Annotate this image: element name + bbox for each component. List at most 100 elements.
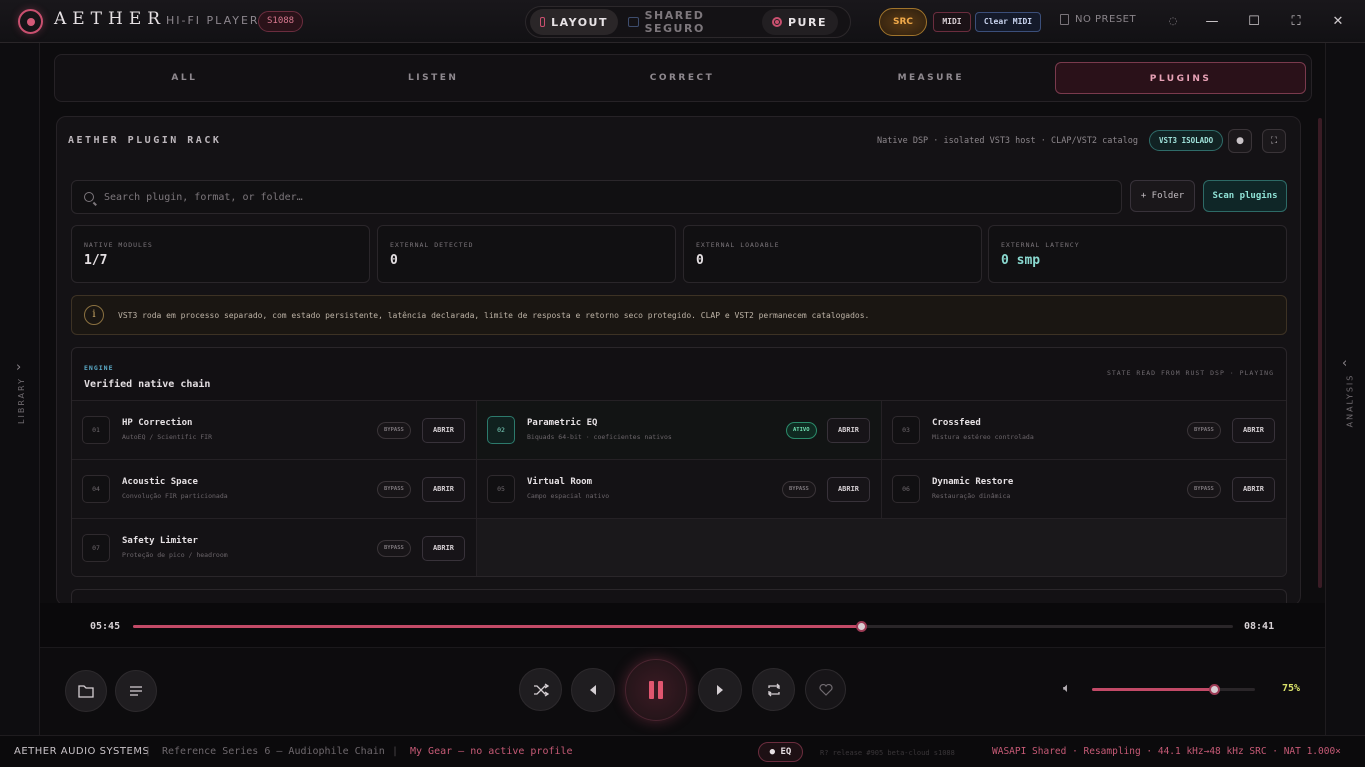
seek-bar: 05:45 08:41 (40, 603, 1325, 647)
search-icon (84, 192, 94, 202)
tab-plugins[interactable]: PLUGINS (1055, 62, 1306, 94)
search-input[interactable] (104, 191, 1004, 203)
clear-midi-button[interactable]: Clear MIDI (975, 12, 1041, 32)
volume-handle[interactable] (1209, 684, 1221, 695)
status-series: Reference Series 6 — Audiophile Chain (162, 746, 385, 757)
tab-all[interactable]: ALL (60, 62, 309, 94)
play-pause-button[interactable] (625, 659, 687, 721)
native-chain: ENGINE Verified native chain STATE READ … (71, 347, 1287, 577)
panel-scrollbar[interactable] (1318, 112, 1322, 602)
heart-icon (818, 683, 833, 696)
module-number: 05 (487, 475, 515, 503)
eq-toggle[interactable]: ● EQ (758, 742, 803, 762)
queue-button[interactable] (115, 670, 157, 712)
volume-fill (1092, 688, 1215, 691)
total-time: 08:41 (1244, 621, 1275, 632)
scan-plugins-button[interactable]: Scan plugins (1203, 180, 1287, 212)
preset-label: NO PRESET (1075, 14, 1137, 25)
stat-native-modules: NATIVE MODULES 1/7 (71, 225, 370, 283)
open-folder-button[interactable] (65, 670, 107, 712)
previous-button[interactable] (571, 668, 615, 712)
shuffle-icon (533, 682, 549, 697)
add-folder-button[interactable]: + Folder (1130, 180, 1195, 212)
sync-icon[interactable]: ◌ (1163, 12, 1183, 32)
module-card: 06 Dynamic Restore Restauração dinâmica … (882, 459, 1286, 518)
open-module-button[interactable]: ABRIR (422, 536, 465, 561)
module-card: 07 Safety Limiter Proteção de pico / hea… (72, 518, 477, 576)
tab-correct[interactable]: CORRECT (558, 62, 807, 94)
open-module-button[interactable]: ABRIR (827, 477, 870, 502)
module-name: HP Correction (122, 418, 193, 428)
bypass-toggle[interactable]: BYPASS (1187, 422, 1221, 439)
stat-value: 0 smp (1001, 253, 1041, 268)
open-module-button[interactable]: ABRIR (422, 477, 465, 502)
open-module-button[interactable]: ABRIR (1232, 418, 1275, 443)
volume-percent: 75% (1282, 683, 1301, 694)
midi-button[interactable]: MIDI (933, 12, 971, 32)
status-gear-profile[interactable]: My Gear — no active profile (410, 746, 573, 757)
maximize-button[interactable]: ☐ (1244, 12, 1264, 32)
info-icon: i (84, 305, 104, 325)
stat-label: EXTERNAL LATENCY (1001, 241, 1080, 249)
mode-switch: LAYOUT SHARED SEGURO PURE (525, 6, 851, 38)
mode-pure-button[interactable]: PURE (762, 9, 838, 35)
bypass-toggle[interactable]: BYPASS (377, 540, 411, 557)
stat-label: EXTERNAL DETECTED (390, 241, 474, 249)
module-desc: Restauração dinâmica (932, 492, 1011, 500)
previous-icon (590, 685, 596, 695)
brand-name: AETHER (54, 9, 167, 29)
plugin-rack-panel: AETHER PLUGIN RACK Native DSP · isolated… (56, 116, 1301, 606)
status-release: R? release #905 beta-cloud s1088 (820, 749, 955, 757)
open-module-button[interactable]: ABRIR (827, 418, 870, 443)
shuffle-button[interactable] (519, 668, 562, 711)
chain-title: Verified native chain (84, 379, 211, 390)
mode-shared-button[interactable]: SHARED SEGURO (618, 9, 762, 35)
bypass-toggle[interactable]: BYPASS (377, 481, 411, 498)
status-audio-path: WASAPI Shared · Resampling · 44.1 kHz→48… (992, 746, 1341, 757)
mode-shared-label: SHARED SEGURO (644, 9, 705, 35)
active-toggle[interactable]: ATIVO (786, 422, 817, 439)
src-button[interactable]: SRC (879, 8, 927, 36)
chevron-right-icon[interactable]: › (16, 360, 21, 375)
preset-icon (1060, 14, 1069, 25)
library-rail[interactable]: › LIBRARY (0, 43, 40, 735)
progress-fill (133, 625, 862, 628)
stat-label: EXTERNAL LOADABLE (696, 241, 780, 249)
expand-icon[interactable]: ⛶ (1262, 129, 1286, 153)
progress-handle[interactable] (856, 621, 868, 632)
next-button[interactable] (698, 668, 742, 712)
version-badge: S1088 (258, 11, 304, 32)
favorite-button[interactable] (805, 669, 846, 710)
chevron-left-icon[interactable]: ‹ (1342, 356, 1347, 371)
stat-value: 0 (390, 253, 398, 268)
module-grid: 01 HP Correction AutoEQ / Scientific FIR… (72, 400, 1286, 576)
preset-selector[interactable]: NO PRESET (1060, 14, 1136, 25)
vst3-isolated-badge: VST3 ISOLADO (1149, 130, 1224, 151)
stat-value: 0 (696, 253, 704, 268)
volume-icon[interactable]: 🔈︎ (1063, 681, 1071, 696)
progress-track[interactable] (133, 621, 1233, 632)
fullscreen-button[interactable]: ⛶ (1286, 12, 1306, 32)
module-card: 03 Crossfeed Mistura estéreo controlada … (882, 400, 1286, 459)
open-module-button[interactable]: ABRIR (1232, 477, 1275, 502)
analysis-rail[interactable]: ‹ ANALYSIS (1325, 43, 1365, 735)
bypass-toggle[interactable]: BYPASS (1187, 481, 1221, 498)
module-desc: AutoEQ / Scientific FIR (122, 433, 213, 441)
module-number: 04 (82, 475, 110, 503)
mode-layout-button[interactable]: LAYOUT (530, 9, 618, 35)
list-icon (130, 686, 142, 696)
next-icon (717, 685, 723, 695)
tab-listen[interactable]: LISTEN (309, 62, 558, 94)
volume-slider[interactable] (1092, 684, 1255, 695)
bypass-toggle[interactable]: BYPASS (782, 481, 816, 498)
record-icon[interactable]: ● (1228, 129, 1252, 153)
brand-subtitle: HI-FI PLAYER (166, 14, 260, 27)
bypass-toggle[interactable]: BYPASS (377, 422, 411, 439)
minimize-button[interactable]: — (1202, 12, 1222, 32)
repeat-button[interactable] (752, 668, 795, 711)
module-name: Crossfeed (932, 418, 981, 428)
tab-measure[interactable]: MEASURE (806, 62, 1055, 94)
close-button[interactable]: ✕ (1328, 12, 1348, 32)
open-module-button[interactable]: ABRIR (422, 418, 465, 443)
stat-external-detected: EXTERNAL DETECTED 0 (377, 225, 676, 283)
